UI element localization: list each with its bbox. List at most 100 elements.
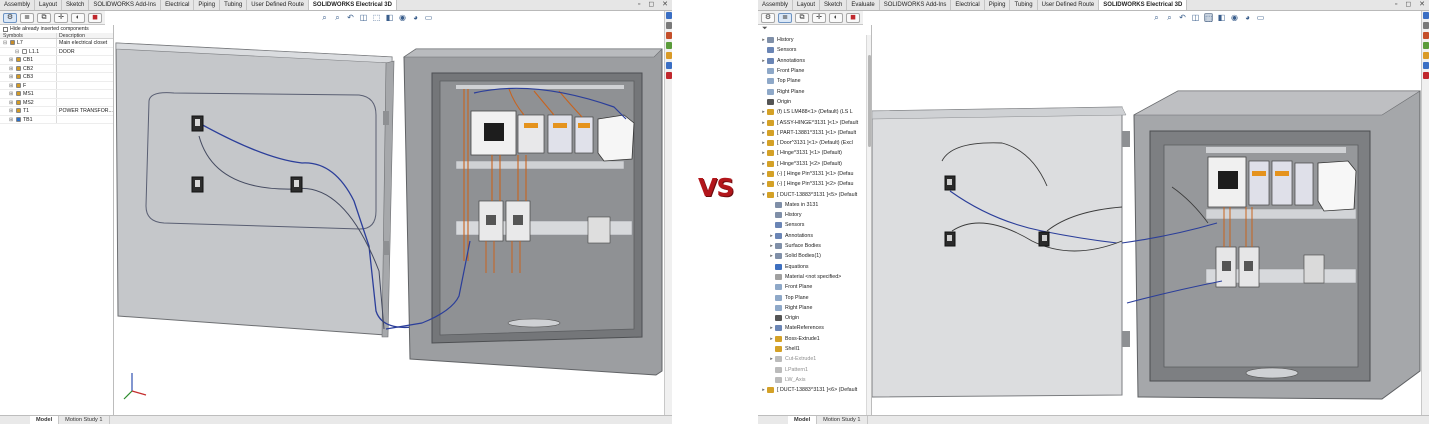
tree-expander-icon[interactable]: ▾ [760,192,767,198]
tab-user-defined-route[interactable]: User Defined Route [1038,0,1100,10]
expand-icon[interactable]: ⊞ [9,82,14,90]
view-palette-icon[interactable] [1423,42,1429,49]
tree-expander-icon[interactable]: ▸ [760,387,767,393]
tab-piping[interactable]: Piping [985,0,1011,10]
tree-node[interactable]: ▸ [ ASSY-HINGE^3131 ]<1> (Default [758,117,871,127]
tree-node[interactable]: ▸ [ Hinge^3131 ]<1> (Default) [758,148,871,158]
maximize-icon[interactable]: ◻ [648,0,654,10]
tree-node[interactable]: Material <not specified> [758,272,871,282]
tab-solidworks-electrical-3d[interactable]: SOLIDWORKS Electrical 3D [308,0,397,10]
tree-expander-icon[interactable]: ▸ [760,130,767,136]
electrical-components-tab-icon[interactable]: ⚙ [761,13,775,23]
tree-expander-icon[interactable]: ▸ [768,243,775,249]
collapse-icon[interactable]: ⊟ [15,48,20,56]
close-icon[interactable]: ✕ [662,0,668,10]
expand-icon[interactable]: ⊞ [9,99,14,107]
tree-node[interactable]: ▸ Boss-Extrude1 [758,334,871,344]
tree-node[interactable]: ▸ Surface Bodies [758,241,871,251]
component-row[interactable]: ⊞ CB2 [0,64,113,73]
breaker-cb2[interactable] [1271,160,1293,206]
tab-layout[interactable]: Layout [793,0,821,10]
tree-expander-icon[interactable]: ▸ [768,325,775,331]
terminal-block-tb1[interactable] [1303,254,1325,284]
bottom-tab-model[interactable]: Model [30,416,60,424]
column-header-symbols[interactable]: Symbols [0,33,57,39]
hide-inserted-row[interactable]: Hide already inserted components [0,25,113,33]
tab-solidworks-electrical-3d[interactable]: SOLIDWORKS Electrical 3D [1099,0,1188,10]
tab-electrical[interactable]: Electrical [951,0,985,10]
tree-expander-icon[interactable]: ▸ [760,181,767,187]
tree-node[interactable]: ▸ Annotations [758,231,871,241]
tree-expander-icon[interactable]: ▸ [760,161,767,167]
terminal-block-tb1[interactable] [587,216,611,244]
tree-node[interactable]: ▸ Annotations [758,56,871,66]
tree-scroll-thumb[interactable] [868,55,871,147]
bottom-tab-motion-study-1[interactable]: Motion Study 1 [817,416,868,424]
tree-node[interactable]: ▸ MateReferences [758,323,871,333]
tree-node[interactable]: ▸ (-) [ Hinge Pin^3131 ]<2> (Defau [758,179,871,189]
electrical-manager-icon[interactable] [666,72,672,79]
electrical-cabinet-model[interactable] [114,11,664,415]
tab-solidworks-add-ins[interactable]: SOLIDWORKS Add-Ins [89,0,162,10]
filter-icon[interactable]: ⏷ [758,25,871,35]
tree-node[interactable]: Origin [758,97,871,107]
tree-node[interactable]: ▸ Solid Bodies(1) [758,251,871,261]
custom-properties-icon[interactable] [1423,62,1429,69]
tree-node[interactable]: ▸ [ DUCT-13883^3131 ]<6> (Default [758,385,871,395]
tree-expander-icon[interactable]: ▸ [760,120,767,126]
tab-tubing[interactable]: Tubing [220,0,248,10]
tree-node[interactable]: Front Plane [758,66,871,76]
maximize-icon[interactable]: ◻ [1405,0,1411,10]
tab-solidworks-add-ins[interactable]: SOLIDWORKS Add-Ins [880,0,952,10]
tree-expander-icon[interactable]: ▸ [768,356,775,362]
file-explorer-icon[interactable] [1423,32,1429,39]
tree-node[interactable]: LPattern1 [758,365,871,375]
tree-expander-icon[interactable]: ▸ [768,253,775,259]
tree-node[interactable]: ▸ [ PART-13881^3131 ]<1> (Default [758,128,871,138]
breaker-cb2[interactable] [547,114,573,154]
solidworks-resources-icon[interactable] [1423,12,1429,19]
configuration-tab-icon[interactable]: ⧉ [795,13,809,23]
component-row[interactable]: ⊞ T1 POWER TRANSFOR... [0,107,113,116]
tree-node[interactable]: Top Plane [758,76,871,86]
minimize-icon[interactable]: ▫ [638,0,640,10]
tree-node[interactable]: Sensors [758,220,871,230]
tree-node[interactable]: Origin [758,313,871,323]
tree-node[interactable]: ▸ (-) [ Hinge Pin^3131 ]<1> (Defau [758,169,871,179]
tree-expander-icon[interactable]: ▸ [760,140,767,146]
component-row[interactable]: ⊟ L1.1 DOOR [0,47,113,56]
electrical-components-tab-icon[interactable]: ⚙ [3,13,17,23]
hide-inserted-checkbox[interactable] [3,26,8,32]
dimxpert-tab-icon[interactable]: ✛ [812,13,826,23]
tree-node[interactable]: LW_Axis [758,375,871,385]
graphics-area[interactable]: ⌕ ⌕ ↶ ◫ ⬚ ◧ ◉ ◕ ▭ [114,11,664,415]
design-library-icon[interactable] [666,22,672,29]
breaker-cb3[interactable] [1294,162,1314,206]
design-library-icon[interactable] [1423,22,1429,29]
expand-icon[interactable]: ⊞ [9,65,14,73]
tree-node[interactable]: ▸ [ Door^3131 ]<1> (Default) (Excl [758,138,871,148]
tree-node[interactable]: Top Plane [758,292,871,302]
display-manager-tab-icon[interactable]: ◐ [829,13,843,23]
tree-node[interactable]: Front Plane [758,282,871,292]
power-transformer-t1[interactable] [597,114,635,162]
tab-sketch[interactable]: Sketch [62,0,90,10]
component-row[interactable]: ⊟ L7 Main electrical closet [0,39,113,48]
breaker-cb1[interactable] [1248,160,1270,206]
appearances-icon[interactable] [1423,52,1429,59]
tree-expander-icon[interactable]: ▸ [768,336,775,342]
tree-expander-icon[interactable]: ▸ [760,58,767,64]
component-row[interactable]: ⊞ CB1 [0,56,113,65]
tree-node[interactable]: Sensors [758,45,871,55]
bottom-tab-motion-study-1[interactable]: Motion Study 1 [59,416,110,424]
minimize-icon[interactable]: ▫ [1395,0,1397,10]
tree-node[interactable]: Right Plane [758,86,871,96]
custom-properties-icon[interactable] [666,62,672,69]
expand-icon[interactable]: ⊞ [9,107,14,115]
tree-node[interactable]: Mates in 3131 [758,200,871,210]
file-explorer-icon[interactable] [666,32,672,39]
power-transformer-t1[interactable] [1317,160,1357,212]
component-row[interactable]: ⊞ CB3 [0,73,113,82]
graphics-area[interactable]: ⌕ ⌕ ↶ ◫ ⬚ ◧ ◉ ◕ ▭ [872,11,1421,415]
cabinet-door[interactable] [115,42,393,336]
